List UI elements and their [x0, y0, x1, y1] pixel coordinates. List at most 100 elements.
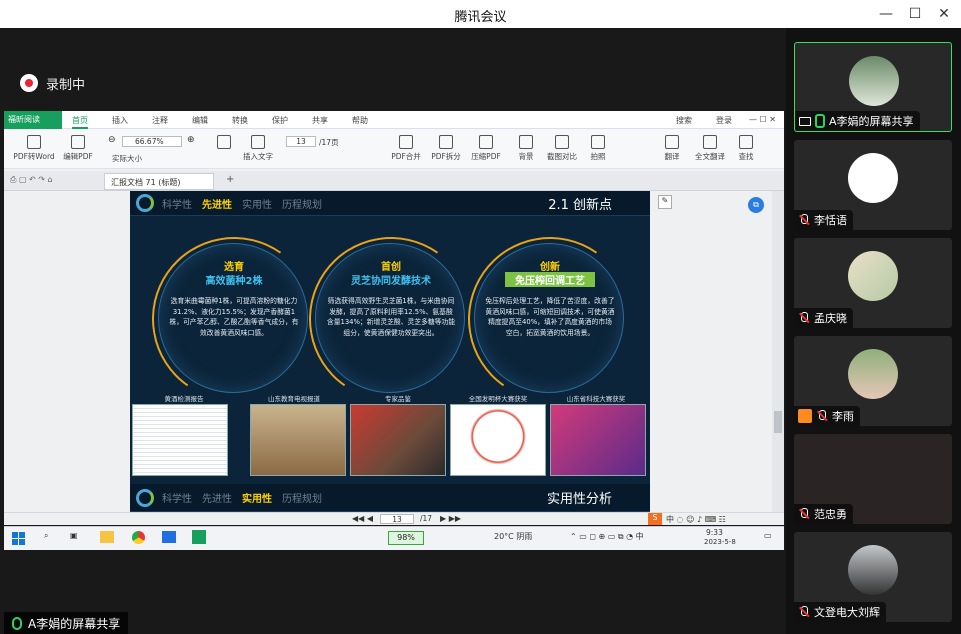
circle-tag: 选育	[224, 262, 244, 273]
meeting-app-icon[interactable]	[162, 531, 176, 543]
system-tray-icons[interactable]: ⌃ ▭ ◻ ⊕ ▭ ⧉ ◔ 中	[570, 531, 644, 542]
circle-body: 筛选获得高效野生灵芝菌1株，与米曲协同发酵，提高了原料利用率12.5%、氨基酸含…	[326, 297, 456, 337]
chrome-icon[interactable]	[132, 531, 145, 544]
assistant-icon[interactable]: ⧉	[748, 197, 764, 213]
menu-login[interactable]: 登录	[716, 115, 732, 126]
circle-title: 免压榨回调工艺	[505, 272, 595, 287]
recording-indicator[interactable]: 录制中	[20, 72, 85, 94]
screenshot-compare-button[interactable]: 截图对比	[542, 135, 582, 162]
mic-on-icon	[815, 114, 825, 128]
participant-tile[interactable]: 范忠勇	[794, 434, 952, 524]
find-button[interactable]: 查找	[732, 135, 760, 162]
new-tab-icon[interactable]: +	[226, 174, 234, 185]
minimize-icon[interactable]: —	[876, 4, 896, 24]
maximize-icon[interactable]: ☐	[905, 4, 925, 24]
participant-tile[interactable]: A李娟的屏幕共享	[794, 42, 952, 132]
prev-page-icon[interactable]: ◀◀ ◀	[352, 514, 373, 523]
menu-item[interactable]: 注释	[152, 115, 168, 126]
pen-icon[interactable]: ✎	[658, 195, 672, 209]
windows-start-icon[interactable]	[12, 532, 25, 545]
pdf-reader-window: 福昕阅读 首页 插入 注释 编辑 转换 保护 共享 帮助 搜索 登录 — ☐ ✕…	[4, 111, 784, 525]
slide-tab: 实用性	[242, 199, 272, 211]
pdf-window-controls[interactable]: — ☐ ✕	[749, 115, 776, 124]
clock-date[interactable]: 2023-5-8	[704, 538, 736, 546]
participant-tile[interactable]: 李雨	[794, 336, 952, 426]
nav-page-input[interactable]: 13	[380, 514, 414, 524]
participant-tile[interactable]: 李恬语	[794, 140, 952, 230]
background-button[interactable]: 背景	[512, 135, 540, 162]
share-owner-label: A李娟的屏幕共享	[4, 612, 129, 634]
participant-name: 李雨	[832, 410, 854, 423]
pdf-to-word-button[interactable]: PDF转Word	[10, 135, 58, 162]
mic-muted-icon	[798, 508, 810, 520]
full-translate-button[interactable]: 全文翻译	[690, 135, 730, 162]
clock-time[interactable]: 9:33	[706, 528, 723, 537]
participant-name: A李娟的屏幕共享	[829, 115, 914, 128]
zoom-input[interactable]: 66.67%	[122, 136, 182, 147]
actual-size-button[interactable]: 实际大小	[104, 153, 150, 164]
photo-button[interactable]: 拍照	[584, 135, 612, 162]
circle-body: 免压榨后处理工艺，降低了苦涩度，改善了黄酒风味口感，可缩短回调技术，可使黄酒精度…	[485, 297, 615, 337]
sogou-ime-icon[interactable]: S	[648, 513, 662, 525]
menu-item[interactable]: 首页	[72, 115, 88, 129]
window-titlebar: 腾讯会议 — ☐ ✕	[0, 0, 961, 28]
close-icon[interactable]: ✕	[934, 4, 954, 24]
award-certificate-image	[450, 404, 546, 476]
translate-icon	[665, 135, 679, 149]
background-icon	[519, 135, 533, 149]
circle-tag: 首创	[381, 262, 401, 273]
menu-item[interactable]: 编辑	[192, 115, 208, 126]
pdf-reader-taskbar-icon[interactable]	[192, 530, 206, 544]
insert-text-button[interactable]: 插入文字	[240, 135, 276, 162]
slide-tab: 历程规划	[282, 494, 322, 505]
file-explorer-icon[interactable]	[100, 531, 114, 543]
menu-item[interactable]: 转换	[232, 115, 248, 126]
task-view-icon[interactable]: ▣	[70, 531, 78, 540]
participant-tile[interactable]: 孟庆晓	[794, 238, 952, 328]
search-icon[interactable]: ⌕	[44, 531, 48, 541]
quick-access-icons[interactable]: ⎙ ▢ ↶ ↷ ⌂	[10, 175, 53, 185]
slide-tab-active: 先进性	[202, 199, 232, 211]
translate-button[interactable]: 翻译	[658, 135, 686, 162]
slide-nav-top: 科学性 先进性 实用性 历程规划 2.1 创新点	[130, 191, 650, 216]
menu-item[interactable]: 插入	[112, 115, 128, 126]
expert-tasting-image	[350, 404, 446, 476]
battery-indicator[interactable]: 98%	[388, 531, 424, 545]
zoom-in-icon[interactable]: ⊕	[187, 135, 195, 145]
vertical-scrollbar[interactable]	[772, 191, 784, 513]
pdf-split-button[interactable]: PDF拆分	[428, 135, 464, 162]
mic-on-icon	[12, 616, 22, 630]
scrollbar-thumb[interactable]	[774, 411, 782, 433]
compress-icon	[479, 135, 493, 149]
slide-logo-icon	[136, 194, 154, 212]
weather-text[interactable]: 20°C 阴雨	[494, 531, 532, 542]
mic-muted-icon	[816, 410, 828, 422]
avatar	[848, 251, 898, 301]
menu-item[interactable]: 保护	[272, 115, 288, 126]
slide-logo-icon	[136, 489, 154, 507]
document-tab[interactable]: 汇报文档 71 (标题)	[104, 173, 214, 190]
slide-heading: 2.1 创新点	[548, 197, 612, 213]
pdf-merge-button[interactable]: PDF合并	[388, 135, 424, 162]
zoom-out-icon[interactable]: ⊖	[108, 135, 116, 145]
ime-tray[interactable]: 中 ◌ ☺ ♪ ⌨ ☷	[666, 514, 726, 525]
highlight-button[interactable]	[210, 135, 238, 151]
pdf-app-logo[interactable]: 福昕阅读	[4, 111, 62, 129]
menu-search[interactable]: 搜索	[676, 115, 692, 126]
innovation-circle: 创新 免压榨回调工艺 免压榨后处理工艺，降低了苦涩度，改善了黄酒风味口感，可缩短…	[455, 224, 645, 414]
innovation-circle: 选育 高效菌种2株 选育米曲霉菌种1株，可提高溶粉的糖化力31.2%、液化力15…	[139, 224, 329, 414]
page-number-input[interactable]: 13	[286, 136, 316, 147]
menu-item[interactable]: 帮助	[352, 115, 368, 126]
edit-pdf-button[interactable]: 编辑PDF	[60, 135, 96, 162]
notification-icon[interactable]: ▭	[764, 531, 772, 540]
participant-name: 孟庆晓	[814, 312, 847, 325]
next-page-icon[interactable]: ▶ ▶▶	[440, 514, 461, 523]
pdf-tabbar: ⎙ ▢ ↶ ↷ ⌂ 汇报文档 71 (标题) +	[4, 171, 784, 191]
photo-caption: 黄酒检测报告	[164, 395, 204, 403]
compress-pdf-button[interactable]: 压缩PDF	[468, 135, 504, 162]
menu-item[interactable]: 共享	[312, 115, 328, 126]
screen-share-icon	[799, 116, 811, 126]
mic-muted-icon	[798, 214, 810, 226]
participant-name: 文登电大刘辉	[814, 606, 880, 619]
participant-tile[interactable]: 文登电大刘辉	[794, 532, 952, 622]
